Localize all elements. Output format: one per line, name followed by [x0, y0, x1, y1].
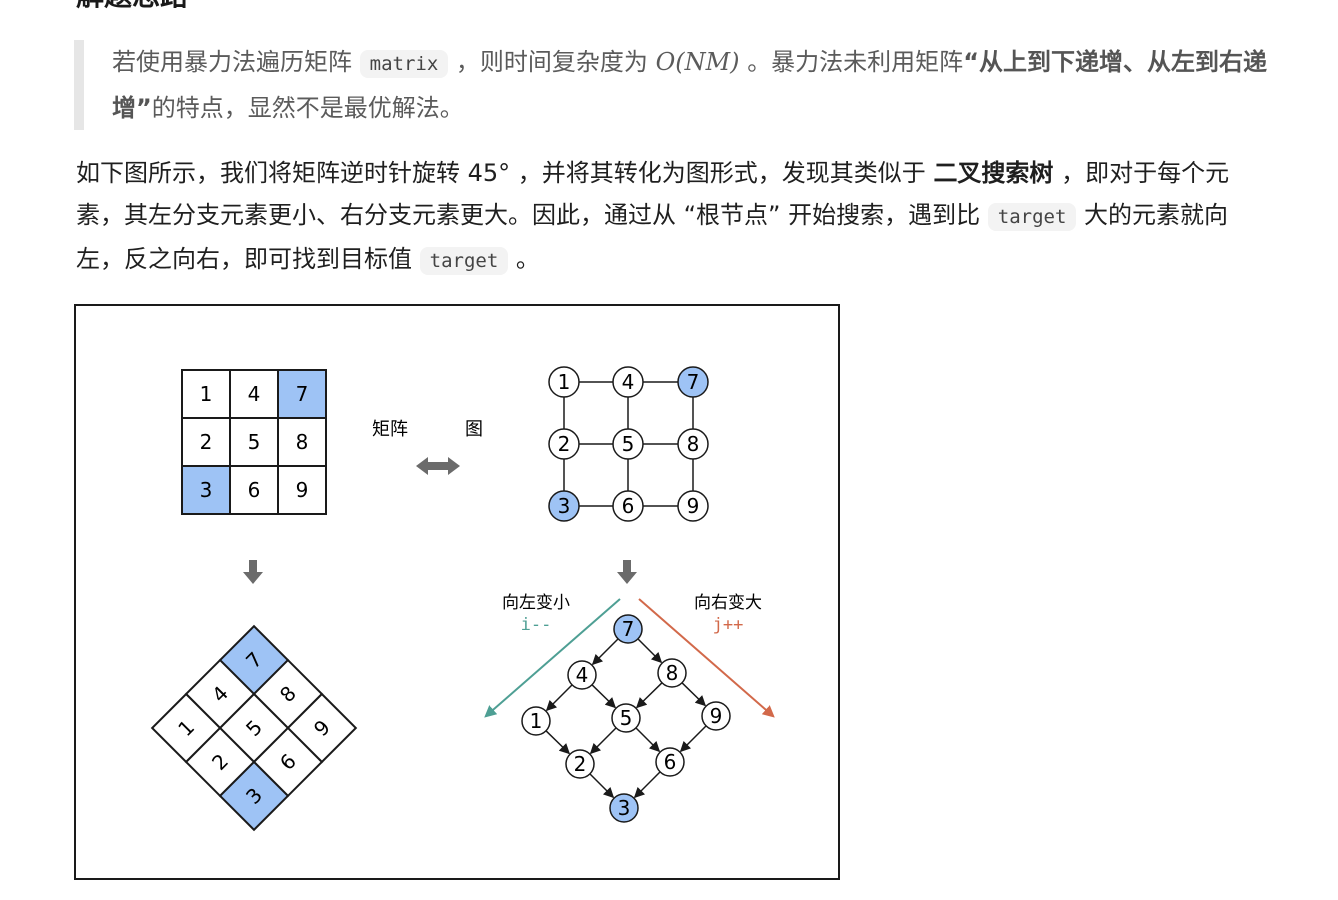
down-arrow-icon: [617, 560, 637, 584]
svg-text:5: 5: [248, 430, 261, 454]
svg-text:5: 5: [620, 706, 633, 730]
tree-node: 1: [521, 706, 551, 736]
svg-text:9: 9: [687, 494, 700, 518]
svg-text:2: 2: [574, 752, 587, 776]
matrix-cell: 9: [277, 465, 327, 515]
matrix-cell: 2: [181, 417, 231, 467]
rotated-matrix: 74 81 5 92 63: [150, 624, 358, 832]
paragraph: 如下图所示，我们将矩阵逆时针旋转 45° ，并将其转化为图形式，发现其类似于 二…: [76, 152, 1266, 282]
svg-text:6: 6: [248, 478, 261, 502]
svg-text:2: 2: [200, 430, 213, 454]
graph-node: 3: [548, 490, 580, 522]
svg-text:3: 3: [618, 796, 631, 820]
graph-node: 2: [548, 428, 580, 460]
quote-text-1: 若使用暴力法遍历矩阵: [112, 48, 352, 76]
label-right-code: j++: [713, 615, 744, 635]
double-arrow-icon: [416, 457, 460, 475]
label-graph: 图: [465, 419, 483, 440]
svg-text:5: 5: [622, 432, 635, 456]
graph-node: 8: [677, 428, 709, 460]
tree-edge: [545, 684, 573, 712]
matrix-cell: 5: [229, 417, 279, 467]
svg-text:9: 9: [710, 704, 723, 728]
down-arrow-icon: [243, 560, 263, 584]
tree-node: 6: [655, 747, 685, 777]
matrix-cell: 6: [229, 465, 279, 515]
label-right-bigger: 向右变大: [694, 593, 762, 613]
para-text-4: 。: [515, 245, 540, 273]
search-tree: 7 4 8 1 5 9 2 6 3: [521, 614, 731, 823]
graph-node: 5: [612, 428, 644, 460]
right-direction-arrow: [638, 598, 775, 718]
tree-node: 5: [611, 703, 641, 733]
graph-node: 7: [677, 366, 709, 398]
label-matrix: 矩阵: [372, 419, 408, 440]
diagram-figure: 147258369 矩阵 图 147258369 748159263 向左变小 …: [74, 304, 840, 880]
svg-text:7: 7: [622, 617, 635, 641]
svg-text:7: 7: [296, 382, 309, 406]
matrix-cell: 4: [229, 369, 279, 419]
tree-edge: [635, 682, 663, 709]
complexity-formula: O(NM): [655, 48, 740, 76]
tree-node: 9: [701, 701, 731, 731]
matrix-cell: 7: [277, 369, 327, 419]
para-text-1: 如下图所示，我们将矩阵逆时针旋转 45° ，并将其转化为图形式，发现其类似于: [76, 159, 926, 187]
quote-text-2: ，则时间复杂度为: [455, 48, 648, 76]
svg-text:4: 4: [248, 382, 261, 406]
svg-text:3: 3: [200, 478, 213, 502]
graph-node: 6: [612, 490, 644, 522]
tree-edge: [681, 682, 707, 707]
tree-edge: [589, 727, 617, 755]
svg-text:8: 8: [666, 661, 679, 685]
page: 解题思路 若使用暴力法遍历矩阵 matrix ，则时间复杂度为 O(NM) 。暴…: [0, 0, 1338, 900]
svg-text:1: 1: [558, 370, 571, 394]
tree-node: 8: [657, 658, 687, 688]
matrix-cell: 1: [181, 369, 231, 419]
tree-node: 4: [567, 660, 597, 690]
svg-text:4: 4: [622, 370, 635, 394]
matrix-grid: 1 4 7 2 5 8 3 6 9: [181, 369, 327, 515]
svg-text:6: 6: [622, 494, 635, 518]
quote-text-4: 的特点，显然不是最优解法。: [151, 94, 464, 122]
graph-node: 9: [677, 490, 709, 522]
tree-edge: [637, 638, 663, 664]
svg-text:7: 7: [687, 370, 700, 394]
tree-node: 2: [565, 749, 595, 779]
graph-grid: 1 4 7 2 5 8 3 6 9: [548, 366, 709, 522]
tree-edge: [591, 684, 617, 709]
matrix-cell: 8: [277, 417, 327, 467]
svg-text:2: 2: [558, 432, 571, 456]
svg-text:9: 9: [296, 478, 309, 502]
graph-node: 1: [548, 366, 580, 398]
quote-text-3: 。暴力法未利用矩阵: [747, 48, 964, 76]
code-matrix: matrix: [359, 50, 449, 78]
svg-text:1: 1: [530, 709, 543, 733]
section-heading: 解题思路: [76, 0, 188, 12]
tree-node: 7: [613, 614, 643, 644]
label-left-smaller: 向左变小: [502, 593, 570, 613]
tree-edge: [589, 773, 615, 799]
tree-edge: [633, 771, 661, 799]
tree-node: 3: [609, 793, 639, 823]
label-left-code: i--: [521, 615, 552, 635]
diagram-svg: 1 4 72 5 83 6 9 矩阵 图 1 4 72 5 83 6 9 74 81 5 92 63 向左变小 …: [150, 366, 775, 832]
svg-text:8: 8: [687, 432, 700, 456]
svg-text:6: 6: [664, 750, 677, 774]
svg-text:3: 3: [558, 494, 571, 518]
blockquote: 若使用暴力法遍历矩阵 matrix ，则时间复杂度为 O(NM) 。暴力法未利用…: [74, 40, 1302, 130]
graph-node: 4: [612, 366, 644, 398]
matrix-cell: 3: [181, 465, 231, 515]
tree-edge: [679, 725, 707, 753]
tree-edge: [545, 730, 571, 755]
tree-edge: [635, 727, 661, 753]
para-bold-bst: 二叉搜索树: [933, 159, 1054, 187]
svg-text:1: 1: [200, 382, 213, 406]
svg-text:4: 4: [576, 663, 589, 687]
tree-edge: [591, 638, 619, 666]
code-target-1: target: [987, 203, 1077, 231]
code-target-2: target: [419, 247, 509, 275]
svg-text:8: 8: [296, 430, 309, 454]
